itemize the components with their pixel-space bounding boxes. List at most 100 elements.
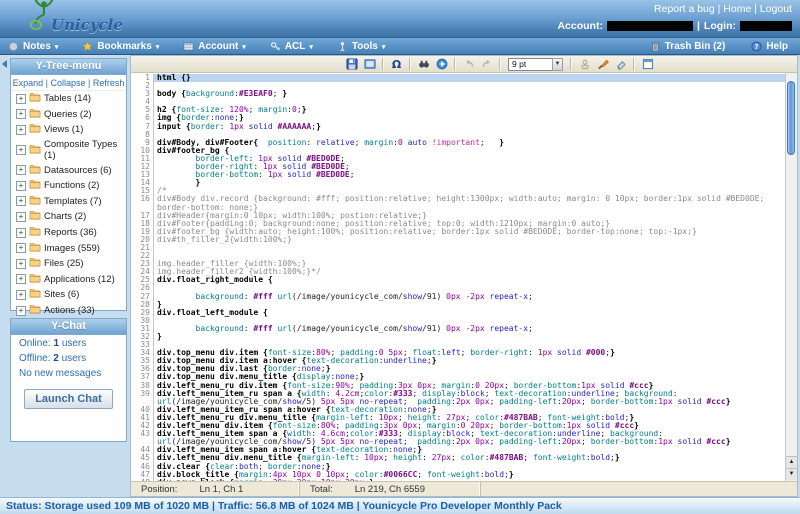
account-label: Account: [557, 20, 603, 32]
scroll-up-arrow[interactable]: ▲ [786, 456, 797, 468]
expand-plus-icon[interactable]: + [16, 196, 26, 206]
tree-action-expand[interactable]: Expand [13, 78, 44, 88]
code-text: div#th_filler_2{width:100%;} [154, 236, 785, 244]
line-number: 39 [131, 390, 154, 406]
tree-item-datasources-6[interactable]: +Datasources (6) [11, 162, 126, 178]
online-label: Online: [19, 338, 51, 349]
menu-tools[interactable]: Tools▾ [337, 41, 385, 52]
tree-item-composite-types-1[interactable]: + Composite Types (1) [11, 138, 126, 163]
tree-item-label: Charts (2) [44, 211, 86, 222]
tree-item-label: Images (559) [44, 243, 100, 254]
vertical-scrollbar[interactable]: ▲ ▼ [785, 73, 797, 481]
expand-plus-icon[interactable]: + [16, 212, 26, 222]
launch-chat-button[interactable]: Launch Chat [24, 389, 113, 409]
tree-item-label: Composite Types (1) [44, 139, 126, 161]
expand-plus-icon[interactable]: + [16, 125, 26, 135]
menu-account[interactable]: Account▾ [183, 41, 246, 52]
special-characters-icon[interactable]: Ω [388, 57, 405, 71]
tree-item-label: Actions (33) [44, 305, 95, 316]
menu-bar: Notes▾ Bookmarks▾ Account▾ ACL▾ Tools▾ Trash… [0, 37, 800, 55]
folder-icon [29, 304, 41, 317]
tree-action-collapse[interactable]: Collapse [50, 78, 85, 88]
font-size-select[interactable]: 9 pt▼ [508, 58, 563, 71]
code-area[interactable]: 1html {}23body {background:#E3EAF0; }45h… [131, 73, 785, 481]
scrollbar-thumb[interactable] [787, 81, 795, 155]
expand-plus-icon[interactable]: + [16, 165, 26, 175]
expand-plus-icon[interactable]: + [16, 243, 26, 253]
save-icon[interactable] [343, 57, 360, 71]
top-link-separator: | [751, 3, 760, 15]
expand-plus-icon[interactable]: + [16, 306, 26, 316]
toolbar-separator [409, 58, 411, 70]
tree-item-queries-2[interactable]: +Queries (2) [11, 107, 126, 123]
chat-online-line: Online: 1 users [11, 335, 126, 350]
account-value-redacted [607, 21, 693, 31]
expand-plus-icon[interactable]: + [16, 228, 26, 238]
expand-plus-icon[interactable]: + [16, 181, 26, 191]
tree-item-applications-12[interactable]: +Applications (12) [11, 272, 126, 288]
top-link-logout[interactable]: Logout [760, 3, 792, 15]
brush-icon[interactable] [594, 57, 611, 71]
code-text: div#Body, div#Footer{ position: relative… [154, 139, 785, 147]
tree-item-images-559[interactable]: + Images (559) [11, 240, 126, 256]
app-logo[interactable]: Unicycle [26, 1, 123, 37]
top-link-report-a-bug[interactable]: Report a bug [654, 3, 715, 15]
find-icon[interactable] [415, 57, 432, 71]
code-text: } [154, 179, 785, 187]
menu-bookmarks[interactable]: Bookmarks▾ [82, 41, 159, 52]
menu-acl[interactable]: ACL▾ [270, 41, 313, 52]
tree-item-views-1[interactable]: +Views (1) [11, 122, 126, 138]
folder-icon [29, 195, 41, 208]
format-painter-icon[interactable] [576, 57, 593, 71]
tree-item-charts-2[interactable]: + Charts (2) [11, 209, 126, 225]
new-window-icon[interactable] [639, 57, 656, 71]
tree-item-templates-7[interactable]: +Templates (7) [11, 194, 126, 210]
top-banner: Unicycle Report a bug | Home | Logout Ac… [0, 0, 800, 37]
toolbar-separator [499, 58, 501, 70]
top-link-home[interactable]: Home [723, 3, 751, 15]
tree-item-files-25[interactable]: +Files (25) [11, 256, 126, 272]
expand-plus-icon[interactable]: + [16, 145, 26, 155]
code-line: 13 border-bottom: 1px solid #BED0DE; [131, 171, 785, 179]
tree-item-label: Sites (6) [44, 289, 79, 300]
expand-plus-icon[interactable]: + [16, 274, 26, 284]
tree-item-label: Tables (14) [44, 93, 91, 104]
editor-toolbar: Ω 9 pt▼ [131, 56, 797, 73]
font-size-value: 9 pt [508, 58, 552, 71]
expand-plus-icon[interactable]: + [16, 94, 26, 104]
tree-item-functions-2[interactable]: + Functions (2) [11, 178, 126, 194]
code-text: background: #fff url(/image/younicycle_c… [154, 293, 785, 301]
star-icon [82, 41, 93, 52]
folder-icon [29, 123, 41, 136]
login-label: Login: [704, 20, 736, 32]
online-count: 1 [53, 338, 59, 349]
help-button[interactable]: ? Help [751, 41, 788, 52]
tree-item-actions-33[interactable]: + Actions (33) [11, 303, 126, 319]
tree-action-refresh[interactable]: Refresh [93, 78, 125, 88]
undo-icon[interactable] [460, 57, 477, 71]
expand-plus-icon[interactable]: + [16, 259, 26, 269]
code-line: 25div.float_right_module { [131, 276, 785, 284]
eraser-icon[interactable] [612, 57, 629, 71]
sidebar-collapse-arrow[interactable] [2, 60, 7, 68]
menu-notes[interactable]: Notes▾ [8, 41, 58, 52]
tree-item-reports-36[interactable]: +Reports (36) [11, 225, 126, 241]
css-editor: Ω9 pt▼ 1html {}23body {background:#E3EAF… [130, 55, 798, 497]
expand-plus-icon[interactable]: + [16, 290, 26, 300]
expand-plus-icon[interactable]: + [16, 109, 26, 119]
position-value: Ln 1, Ch 1 [199, 484, 243, 495]
scroll-down-arrow[interactable]: ▼ [786, 468, 797, 480]
trash-bin-button[interactable]: Trash Bin (2) [650, 41, 726, 52]
folder-icon [29, 92, 41, 105]
goto-line-icon[interactable] [433, 57, 450, 71]
toolbar-separator [454, 58, 456, 70]
preview-icon[interactable] [361, 57, 378, 71]
tree-item-tables-14[interactable]: + Tables (14) [11, 91, 126, 107]
line-number: 2 [131, 82, 154, 90]
redo-icon[interactable] [478, 57, 495, 71]
folder-icon [29, 226, 41, 239]
tree-item-label: Functions (2) [44, 180, 99, 191]
tree-item-sites-6[interactable]: + Sites (6) [11, 287, 126, 303]
svg-text:?: ? [755, 42, 759, 50]
code-text: input {border: 1px solid #AAAAAA;} [154, 123, 785, 131]
